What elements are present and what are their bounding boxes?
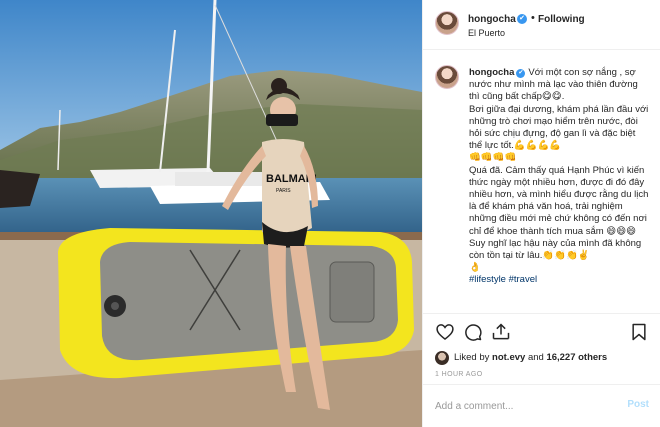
header-username[interactable]: hongocha [468,14,516,25]
header-separator: • [531,12,535,24]
liked-by-avatar[interactable] [435,351,449,365]
verified-badge-icon: ✔ [517,14,527,24]
post-photo[interactable]: BALMAIN PARIS [0,0,422,427]
comments-area[interactable]: hongocha ✔ Với một con sợ nắng , sợ nước n… [423,51,660,313]
board-brand-subtext: PARIS [276,188,291,194]
likes-prefix: Liked by [454,352,490,363]
likes-connector: and [527,352,544,363]
post-sidebar: hongocha ✔ • Following El Puerto hongoch… [422,0,660,427]
comment-icon[interactable] [463,322,483,342]
location-link[interactable]: El Puerto [468,28,505,38]
likes-summary[interactable]: Liked by not.evy and 16,227 others [454,352,607,363]
caption-hashtags[interactable]: #lifestyle #travel [469,274,537,285]
likes-user[interactable]: not.evy [492,352,525,363]
caption-body: Với một con sợ nắng , sợ nước như mình m… [469,67,649,274]
post-button[interactable]: Post [627,399,649,410]
post-header: hongocha ✔ • Following El Puerto [423,0,660,50]
following-button[interactable]: Following [538,14,585,25]
comment-input[interactable] [435,398,615,414]
likes-count[interactable]: 16,227 others [546,352,607,363]
caption-verified-icon: ✔ [516,69,526,78]
share-icon[interactable] [491,322,511,342]
post-timestamp[interactable]: 1 HOUR AGO [435,371,483,378]
comment-bar: Post [423,384,660,427]
caption-text: hongocha ✔ Với một con sợ nắng , sợ nước n… [469,67,649,287]
heart-icon[interactable] [435,322,455,342]
avatar[interactable] [435,11,459,35]
bookmark-icon[interactable] [629,322,649,342]
caption-username[interactable]: hongocha [469,67,514,78]
photo-illustration: BALMAIN PARIS [0,0,422,427]
caption-avatar[interactable] [435,65,459,89]
